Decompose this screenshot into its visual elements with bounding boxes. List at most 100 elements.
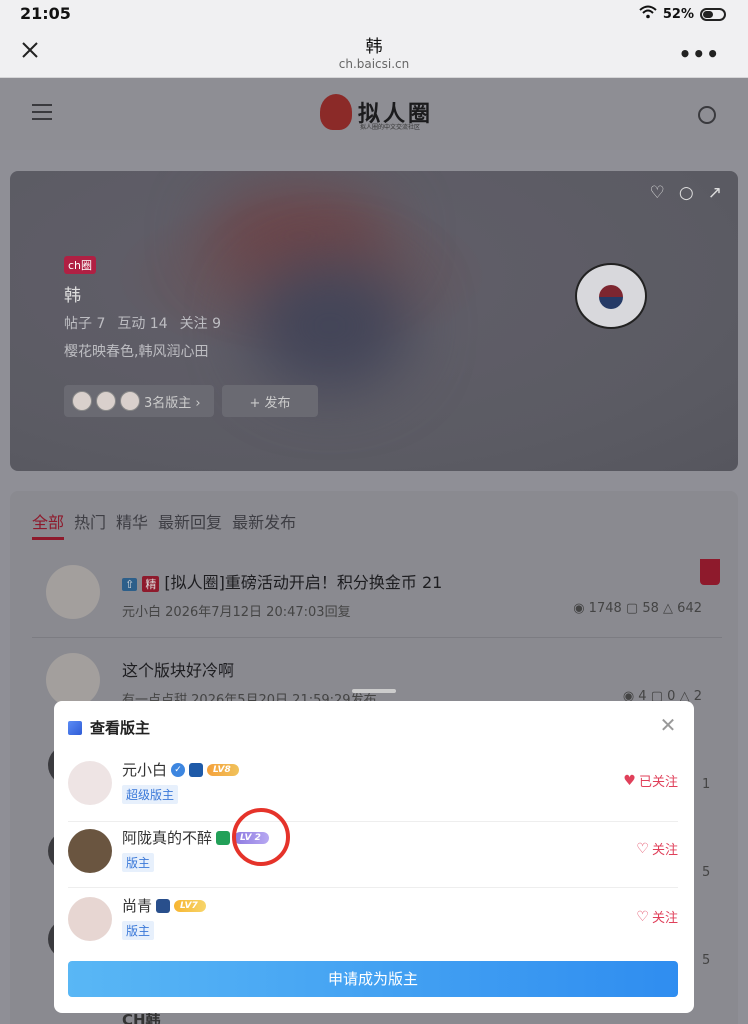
circle-name: 韩: [64, 286, 81, 306]
follow-button[interactable]: ♡ 关注: [636, 907, 678, 927]
post-author[interactable]: 元小白: [122, 605, 161, 620]
status-right: 52%: [639, 5, 726, 23]
role-badge: 版主: [122, 921, 155, 940]
apply-moderator-button[interactable]: 申请成为版主: [68, 961, 678, 997]
moderators-dialog: 查看版主 ✕ 元小白 ✓ LV8 超级版主 ♥ 已关注 阿陇真的不醉 LV 2 …: [54, 701, 694, 1013]
circle-description: 樱花映春色,韩风润心田: [64, 344, 209, 360]
highlight-circle: [232, 808, 290, 866]
tab-featured[interactable]: 精华: [116, 509, 148, 540]
follow-label: 已关注: [638, 775, 678, 790]
tab-latest-post[interactable]: 最新发布: [232, 509, 296, 540]
follow-button[interactable]: ♡ 关注: [636, 839, 678, 859]
more-icon[interactable]: •••: [679, 42, 720, 66]
top-tag: ⇧: [122, 578, 138, 591]
comment-icon: ▢: [625, 601, 639, 616]
tab-hot[interactable]: 热门: [74, 509, 106, 540]
post-item[interactable]: ⇧ 精 [拟人圈]重磅活动开启！积分换金币 21 元小白 2026年7月12日 …: [32, 559, 722, 625]
sheet-handle[interactable]: [352, 689, 396, 693]
browser-bar: 韩 ch.baicsi.cn •••: [0, 26, 748, 78]
avatar[interactable]: [68, 829, 112, 873]
heart-icon: ♡: [636, 840, 649, 857]
image-count: 21: [422, 573, 443, 592]
circle-hero: ♡ ○ ↗ ch圈 韩 帖子 7 互动 14 关注 9 樱花映春色,韩风润心田 …: [10, 171, 738, 471]
publish-button[interactable]: + 发布: [222, 385, 318, 417]
status-time: 21:05: [20, 4, 71, 23]
count-value: 5: [702, 953, 711, 968]
close-icon[interactable]: ✕: [658, 715, 678, 735]
level-badge: LV8: [207, 763, 239, 776]
stat-follows: 关注 9: [179, 316, 221, 332]
menu-icon[interactable]: [32, 104, 52, 120]
follow-label: 关注: [651, 843, 678, 858]
tab-latest-reply[interactable]: 最新回复: [158, 509, 222, 540]
staff-icon: [156, 898, 171, 913]
moderator-row[interactable]: 尚青 LV7 版主 ♡ 关注: [68, 897, 678, 953]
site-logo[interactable]: 拟人圈 拟人圈的中文交流社区: [320, 94, 433, 131]
heart-icon: ♡: [636, 908, 649, 925]
hot-icon: [700, 559, 720, 585]
stat-interactions: 互动 14: [117, 316, 168, 332]
hero-blur: [250, 261, 410, 391]
avatar: [120, 391, 140, 411]
logo-subtitle: 拟人圈的中文交流社区: [360, 124, 421, 131]
share-icon[interactable]: ↗: [708, 183, 722, 203]
staff-icon: [216, 830, 231, 845]
battery-percent: 52%: [662, 6, 694, 22]
moderators-button[interactable]: 3名版主 ›: [64, 385, 214, 417]
battery-icon: [700, 7, 726, 21]
avatar[interactable]: [46, 565, 100, 619]
moderator-row[interactable]: 阿陇真的不醉 LV 2 版主 ♡ 关注: [68, 829, 678, 885]
level-badge: LV7: [174, 899, 206, 912]
post-meta: 元小白 2026年7月12日 20:47:03回复: [122, 601, 351, 620]
post-title[interactable]: ⇧ 精 [拟人圈]重磅活动开启！积分换金币 21: [122, 569, 442, 593]
divider: [32, 637, 722, 638]
verified-icon: ✓: [171, 762, 186, 777]
avatar: [72, 391, 92, 411]
moderator-name[interactable]: 阿陇真的不醉: [122, 827, 212, 848]
avatar[interactable]: [46, 653, 100, 707]
search-icon[interactable]: [698, 106, 716, 124]
flag-blue: [599, 297, 623, 309]
like-count: 642: [677, 601, 702, 616]
comment-count: 58: [642, 601, 659, 616]
cube-icon: [68, 720, 82, 735]
moderators-label: 3名版主 ›: [144, 395, 201, 411]
logo-mascot: [320, 94, 352, 130]
like-icon: △: [663, 601, 674, 616]
view-count: 1748: [588, 601, 622, 616]
follow-label: 关注: [651, 911, 678, 926]
moderator-name[interactable]: 尚青: [122, 895, 152, 916]
heart-icon[interactable]: ♡: [650, 183, 665, 203]
moderator-name[interactable]: 元小白: [122, 759, 167, 780]
role-badge: 版主: [122, 853, 155, 872]
search-icon[interactable]: ○: [679, 183, 694, 203]
dialog-header: 查看版主: [68, 717, 150, 738]
moderator-row[interactable]: 元小白 ✓ LV8 超级版主 ♥ 已关注: [68, 761, 678, 817]
like-count: 2: [693, 689, 702, 704]
count-value: 1: [702, 777, 711, 792]
avatar: [96, 391, 116, 411]
flag-red: [599, 285, 623, 297]
post-time: 2026年7月12日 20:47:03回复: [165, 605, 351, 620]
circle-stats: 帖子 7 互动 14 关注 9: [64, 313, 221, 333]
hero-actions: ♡ ○ ↗: [650, 183, 722, 203]
tab-all[interactable]: 全部: [32, 509, 65, 540]
stat-posts: 帖子 7: [64, 316, 106, 332]
follow-button[interactable]: ♥ 已关注: [623, 771, 678, 791]
browser-url: ch.baicsi.cn: [338, 57, 410, 71]
heart-filled-icon: ♥: [623, 772, 636, 789]
role-badge: 超级版主: [122, 785, 179, 804]
circle-avatar: [575, 263, 647, 329]
view-icon: ◉: [573, 601, 585, 616]
dialog-title: 查看版主: [90, 719, 151, 737]
divider: [68, 821, 678, 822]
count-value: 5: [702, 865, 711, 880]
status-bar: 21:05 52%: [0, 0, 748, 26]
avatar[interactable]: [68, 897, 112, 941]
browser-title: 韩: [365, 37, 383, 57]
avatar[interactable]: [68, 761, 112, 805]
post-title[interactable]: 这个版块好冷啊: [122, 657, 234, 681]
wifi-icon: [639, 5, 657, 23]
featured-tag: 精: [142, 576, 160, 592]
feed-tabs: 全部 热门 精华 最新回复 最新发布: [32, 509, 296, 540]
